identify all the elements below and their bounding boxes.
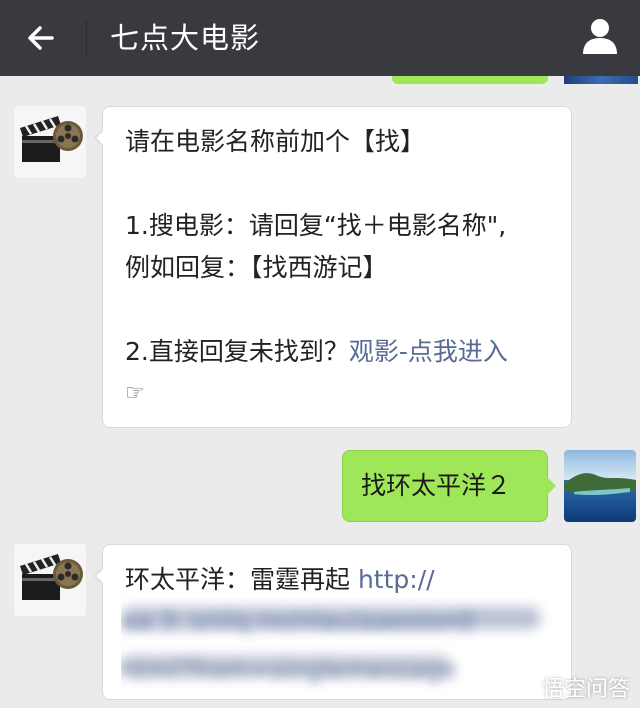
blurred-url-line: html?from=singlemessage [121,655,457,684]
message-bubble-search-query[interactable]: 找环太平洋２ [342,450,556,522]
watermark-text: 悟空问答 [541,677,630,702]
pointing-hand-icon: ☞ [125,381,145,406]
message-bubble-instructions[interactable]: 请在电影名称前加个【找】 1.搜电影：请回复“找＋电影名称", 例如回复：【找西… [94,106,572,428]
message-line: 例如回复：【找西游记】 [125,253,388,282]
clapperboard-icon [14,106,86,178]
user-avatar[interactable] [564,450,636,522]
back-button[interactable] [22,16,66,60]
watch-movie-link[interactable]: 观影-点我进入 [349,337,508,366]
person-icon [583,19,617,54]
movie-title-text: 环太平洋：雷霆再起 [125,565,358,594]
arrow-left-icon [28,26,54,50]
film-avatar[interactable] [14,544,86,616]
top-bar: 七点大电影 [0,0,640,76]
message-line: 1.搜电影：请回复“找＋电影名称", [125,211,507,240]
message-spacer [125,163,551,205]
island-photo-icon [564,450,636,522]
message-bubble-result[interactable]: 环太平洋：雷霆再起 http:// aa.3..sniiq.nn/nlauiaa… [94,544,572,700]
previous-user-avatar [564,76,638,84]
movie-link[interactable]: http:// [358,565,435,594]
chat-title: 七点大电影 [110,21,261,55]
clapperboard-icon [14,544,86,616]
profile-button[interactable] [578,14,622,58]
message-spacer [125,289,551,331]
message-line: 2.直接回复未找到？观影-点我进入 [125,331,551,373]
blurred-link-region[interactable]: aa.3..sniiq.nn/nlauiaaeoion0 html?from=s… [121,597,553,693]
blurred-url-line: aa.3..sniiq.nn/nlauiaaeoion0 [121,607,475,636]
message-line: 环太平洋：雷霆再起 http:// [125,559,551,601]
message-line: 请在电影名称前加个【找】 [125,127,426,156]
header-divider [86,20,87,56]
message-text: 2.直接回复未找到？ [125,337,349,366]
film-avatar[interactable] [14,106,86,178]
previous-outgoing-bubble [392,76,548,84]
wukong-logo-icon [512,675,537,699]
watermark: 悟空问答 [512,670,630,704]
